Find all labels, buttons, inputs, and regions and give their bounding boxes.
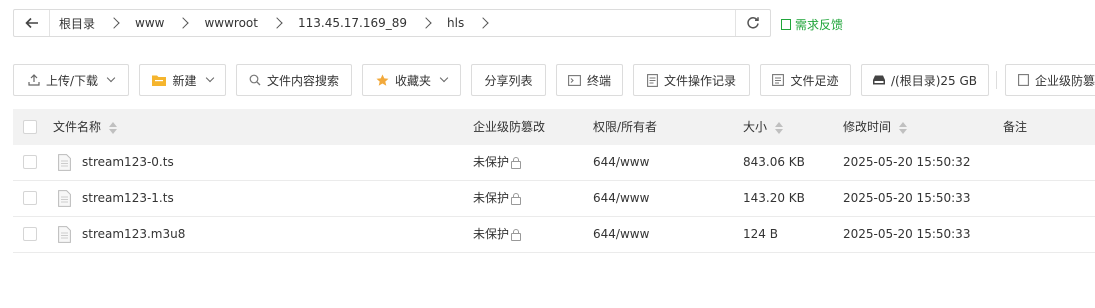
file-size: 143.20 KB [743,191,805,205]
breadcrumb: 根目录 www wwwroot 113.45.17.169_89 hls [56,10,501,36]
breadcrumb-item-site[interactable]: 113.45.17.169_89 [295,16,410,30]
star-icon [376,74,389,87]
permission-owner[interactable]: 644/www [593,181,649,216]
column-header-note: 备注 [1003,120,1028,134]
chevron-down-icon [205,73,214,83]
protect-status[interactable]: 未保护 [473,145,522,180]
sort-icon [775,121,784,134]
column-header-protect: 企业级防篡改 [473,120,546,134]
breadcrumb-item-www[interactable]: www [132,16,167,30]
terminal-button[interactable]: 终端 [556,64,623,96]
file-operation-log-button[interactable]: 文件操作记录 [633,64,750,96]
shield-icon [1018,74,1029,86]
upload-icon [28,74,40,86]
file-icon [58,226,71,243]
modified-time: 2025-05-20 15:50:33 [843,227,971,241]
permission-owner[interactable]: 644/www [593,145,649,180]
feedback-icon [781,19,791,30]
column-header-permission: 权限/所有者 [593,120,658,134]
select-all-checkbox[interactable] [23,120,37,134]
back-button[interactable] [14,10,50,36]
refresh-icon [747,17,759,29]
breadcrumb-item-wwwroot[interactable]: wwwroot [201,16,261,30]
feedback-label: 需求反馈 [795,18,844,32]
file-footprint-button[interactable]: 文件足迹 [760,64,851,96]
file-name[interactable]: stream123-1.ts [82,181,174,216]
chevron-down-icon [106,73,116,83]
back-arrow-icon [24,17,38,29]
disk-label: /(根目录)25 GB [890,73,978,88]
terminal-icon [568,74,581,86]
file-size: 843.06 KB [743,155,805,169]
chevron-right-icon [271,17,283,29]
file-icon [58,154,71,171]
protect-status-label: 未保护 [473,155,510,169]
upload-download-label: 上传/下载 [45,73,99,88]
toolbar-divider [996,71,997,89]
refresh-button[interactable] [735,10,770,36]
search-icon [249,74,261,86]
file-icon [58,190,71,207]
row-checkbox[interactable] [23,227,37,241]
footprint-icon [772,74,785,86]
file-content-search-button[interactable]: 文件内容搜索 [236,64,352,96]
log-icon [647,73,658,87]
disk-icon [872,75,885,85]
enterprise-protect-button[interactable]: 企业级防篡 [1005,64,1095,96]
file-name[interactable]: stream123-0.ts [82,145,174,180]
favorites-label: 收藏夹 [394,73,431,88]
lock-icon [511,157,522,169]
protect-status-label: 未保护 [473,227,510,241]
protect-status[interactable]: 未保护 [473,217,522,252]
table-row[interactable]: stream123-0.ts 未保护 644/www 843.06 KB 202… [13,145,1095,181]
upload-download-button[interactable]: 上传/下载 [13,64,129,96]
new-label: 新建 [172,73,197,88]
column-header-modified-label: 修改时间 [843,120,892,134]
disk-button[interactable]: /(根目录)25 GB [861,64,989,96]
breadcrumb-item-hls[interactable]: hls [444,16,467,30]
column-header-modified[interactable]: 修改时间 [843,109,908,145]
table-row[interactable]: stream123.m3u8 未保护 644/www 124 B 2025-05… [13,217,1095,253]
column-header-name-label: 文件名称 [53,120,102,134]
lock-icon [511,229,522,241]
file-name[interactable]: stream123.m3u8 [82,217,185,252]
column-header-size-label: 大小 [743,120,768,134]
lock-icon [511,193,522,205]
address-bar: 根目录 www wwwroot 113.45.17.169_89 hls [13,9,771,37]
table-header: 文件名称 企业级防篡改 权限/所有者 大小 修改时间 备注 [13,109,1095,145]
enterprise-protect-label: 企业级防篡 [1035,73,1095,88]
modified-time: 2025-05-20 15:50:33 [843,191,971,205]
chevron-right-icon[interactable] [477,17,489,29]
modified-time: 2025-05-20 15:50:32 [843,155,971,169]
share-list-label: 分享列表 [484,73,533,88]
file-size: 124 B [743,227,778,241]
sort-icon [109,121,118,134]
table-row[interactable]: stream123-1.ts 未保护 644/www 143.20 KB 202… [13,181,1095,217]
protect-status-label: 未保护 [473,191,510,205]
terminal-label: 终端 [586,73,611,88]
new-button[interactable]: 新建 [139,64,226,96]
chevron-right-icon [420,17,432,29]
file-footprint-label: 文件足迹 [790,73,839,88]
row-checkbox[interactable] [23,155,37,169]
file-content-search-label: 文件内容搜索 [266,73,339,88]
row-checkbox[interactable] [23,191,37,205]
feedback-link[interactable]: 需求反馈 [781,16,843,33]
sort-icon [899,121,908,134]
file-operation-log-label: 文件操作记录 [663,73,736,88]
column-header-name[interactable]: 文件名称 [53,109,118,145]
chevron-right-icon [177,17,190,29]
chevron-down-icon [439,73,449,83]
protect-status[interactable]: 未保护 [473,181,522,216]
permission-owner[interactable]: 644/www [593,217,649,252]
share-list-button[interactable]: 分享列表 [471,64,546,96]
column-header-size[interactable]: 大小 [743,109,784,145]
chevron-right-icon [108,17,120,29]
favorites-button[interactable]: 收藏夹 [362,64,461,96]
folder-icon [152,74,167,86]
breadcrumb-item-root[interactable]: 根目录 [56,15,98,32]
